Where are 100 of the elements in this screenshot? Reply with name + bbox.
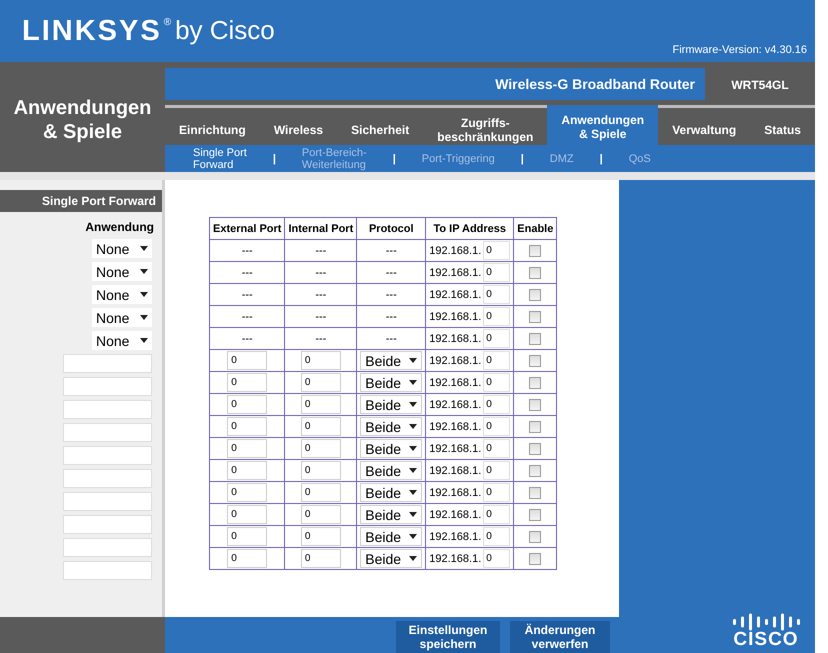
port-input-field[interactable]: 0 (300, 373, 341, 392)
port-input-field[interactable]: 0 (300, 417, 341, 436)
protocol-dropdown[interactable]: Beide (360, 461, 422, 480)
port-input-field[interactable]: 0 (227, 505, 268, 524)
column-header: Protocol (356, 218, 426, 240)
enable-checkbox[interactable] (529, 486, 542, 499)
port-input-field[interactable]: 0 (227, 395, 268, 414)
enable-checkbox[interactable] (529, 288, 542, 301)
application-input-field[interactable] (63, 492, 152, 511)
protocol-dropdown[interactable]: Beide (360, 439, 422, 458)
protocol-dropdown[interactable]: Beide (360, 527, 422, 546)
caret-icon (409, 468, 418, 473)
ip-input-field[interactable]: 0 (483, 329, 510, 348)
ip-prefix: 192.168.1. (429, 266, 482, 278)
port-input-field[interactable]: 0 (227, 417, 268, 436)
enable-checkbox[interactable] (529, 530, 542, 543)
application-input-field[interactable] (63, 561, 152, 580)
empty-value: --- (386, 310, 397, 322)
ip-input-field[interactable]: 0 (483, 439, 510, 458)
enable-checkbox[interactable] (529, 508, 542, 521)
column-header: Enable (514, 218, 557, 240)
ip-input-field[interactable]: 0 (483, 395, 510, 414)
application-input-field[interactable] (63, 354, 152, 373)
caret-icon (140, 315, 148, 320)
enable-checkbox[interactable] (529, 464, 542, 477)
port-input-field[interactable]: 0 (227, 373, 268, 392)
protocol-dropdown[interactable]: Beide (360, 373, 422, 392)
subnav-link[interactable]: Single Port Forward (187, 146, 253, 170)
empty-value: --- (386, 244, 397, 256)
enable-checkbox[interactable] (529, 266, 542, 279)
ip-input-field[interactable]: 0 (483, 483, 510, 502)
caret-icon (409, 358, 418, 363)
ip-input-field[interactable]: 0 (483, 373, 510, 392)
empty-value: --- (315, 244, 326, 256)
caret-icon (409, 490, 418, 495)
port-input-field[interactable]: 0 (227, 439, 268, 458)
ip-input-field[interactable]: 0 (483, 549, 510, 568)
empty-value: --- (386, 332, 397, 344)
enable-checkbox[interactable] (529, 376, 542, 389)
application-dropdown[interactable]: None (92, 285, 152, 304)
application-dropdown[interactable]: None (92, 331, 152, 350)
port-input-field[interactable]: 0 (300, 461, 341, 480)
ip-input-field[interactable]: 0 (483, 527, 510, 546)
application-dropdown[interactable]: None (92, 308, 152, 327)
action-button[interactable]: Einstellungen speichern (396, 621, 500, 653)
action-button[interactable]: Änderungen verwerfen (510, 621, 610, 653)
port-input-field[interactable]: 0 (300, 351, 341, 370)
protocol-dropdown[interactable]: Beide (360, 505, 422, 524)
column-header: Internal Port (284, 218, 357, 240)
ip-input-field[interactable]: 0 (483, 263, 510, 282)
port-input-field[interactable]: 0 (300, 439, 341, 458)
protocol-dropdown[interactable]: Beide (360, 417, 422, 436)
port-input-field[interactable]: 0 (300, 483, 341, 502)
empty-value: --- (315, 266, 326, 278)
port-input-field[interactable]: 0 (227, 461, 268, 480)
port-input-field[interactable]: 0 (300, 395, 341, 414)
enable-checkbox[interactable] (529, 354, 542, 367)
port-input-field[interactable]: 0 (300, 527, 341, 546)
port-input-field[interactable]: 0 (227, 527, 268, 546)
protocol-dropdown[interactable]: Beide (360, 483, 422, 502)
protocol-dropdown[interactable]: Beide (360, 351, 422, 370)
ip-input-field[interactable]: 0 (483, 461, 510, 480)
port-input-field[interactable]: 0 (227, 351, 268, 370)
enable-checkbox[interactable] (529, 332, 542, 345)
application-input-field[interactable] (63, 515, 152, 534)
ip-prefix: 192.168.1. (429, 530, 482, 542)
ip-prefix: 192.168.1. (429, 464, 482, 476)
port-input-field[interactable]: 0 (227, 483, 268, 502)
ip-input-field[interactable]: 0 (483, 351, 510, 370)
enable-checkbox[interactable] (529, 442, 542, 455)
caret-icon (409, 534, 418, 539)
ip-prefix: 192.168.1. (429, 398, 482, 410)
nav-tab[interactable]: Anwendungen & Spiele (547, 105, 658, 145)
cisco-logo-text: CISCO (733, 631, 799, 649)
enable-checkbox[interactable] (529, 244, 542, 257)
application-dropdown[interactable]: None (92, 262, 152, 281)
nav-tab[interactable]: Zugriffs- beschränkungen (423, 105, 548, 145)
protocol-dropdown[interactable]: Beide (360, 549, 422, 568)
port-input-field[interactable]: 0 (300, 549, 341, 568)
application-input-field[interactable] (63, 538, 152, 557)
ip-input-field[interactable]: 0 (483, 307, 510, 326)
enable-checkbox[interactable] (529, 310, 542, 323)
application-input-field[interactable] (63, 446, 152, 465)
application-input-field[interactable] (63, 377, 152, 396)
ip-input-field[interactable]: 0 (483, 417, 510, 436)
application-input-field[interactable] (63, 423, 152, 442)
port-input-field[interactable]: 0 (300, 505, 341, 524)
application-input-field[interactable] (63, 469, 152, 488)
enable-checkbox[interactable] (529, 552, 542, 565)
port-input-field[interactable]: 0 (227, 549, 268, 568)
ip-prefix: 192.168.1. (429, 354, 482, 366)
application-input-field[interactable] (63, 400, 152, 419)
application-dropdown[interactable]: None (92, 239, 152, 258)
ip-input-field[interactable]: 0 (483, 505, 510, 524)
enable-checkbox[interactable] (529, 398, 542, 411)
protocol-dropdown[interactable]: Beide (360, 395, 422, 414)
ip-input-field[interactable]: 0 (483, 285, 510, 304)
empty-value: --- (386, 266, 397, 278)
ip-input-field[interactable]: 0 (483, 241, 510, 260)
enable-checkbox[interactable] (529, 420, 542, 433)
